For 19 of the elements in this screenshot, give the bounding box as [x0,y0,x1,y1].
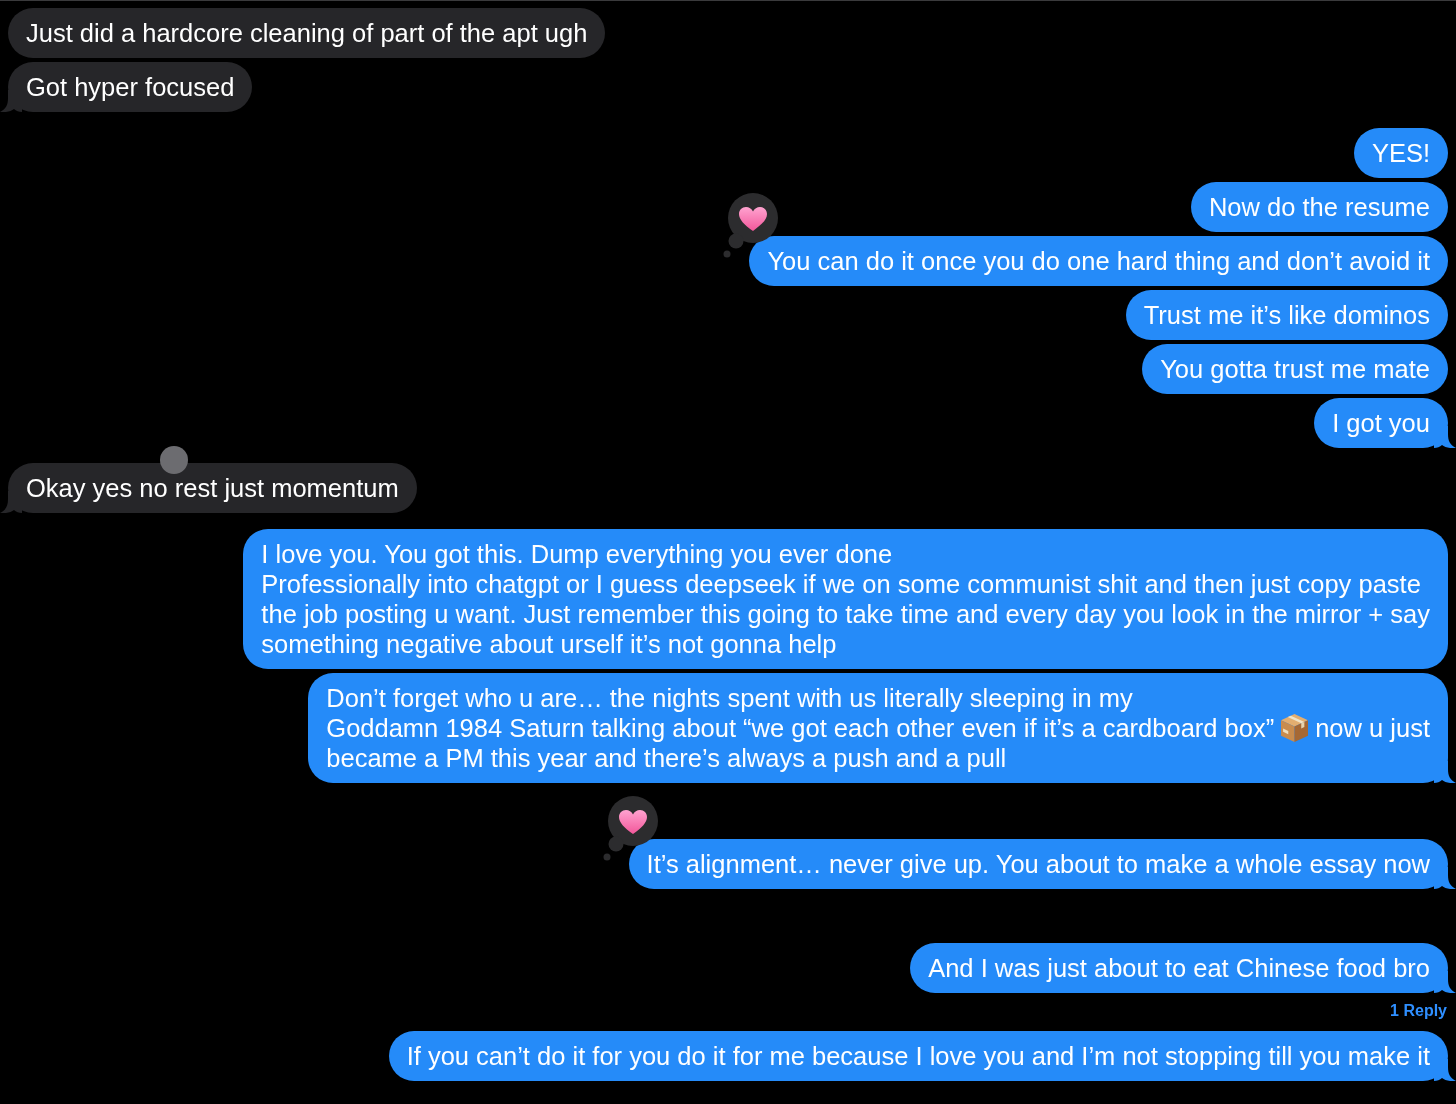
message-bubble: Now do the resume [1190,182,1448,232]
message-bubble: It’s alignment… never give up. You about to make a whole essay now [628,839,1448,889]
message-bubble: YES! [1353,128,1448,178]
message-text: Goddamn 1984 Saturn talking about “we got each other even if it’s a cardboard box” [326,713,1275,743]
message-text: now u just [1315,713,1430,743]
message-bubble: I love you. You got this. Dump everything you ever done Professionally into chatgpt or I guess deepseek if we on some communist shit and then just copy paste the job posting u want. Just remember this going to take time and every day you look in the mirror + say something negative about urself it’s not gonna help [243,529,1448,669]
package-icon [1281,714,1309,742]
message-bubble: Okay yes no rest just momentum [8,463,417,513]
message-bubble: I got you [1314,398,1448,448]
message-bubble: Just did a hardcore cleaning of part of the apt ugh [8,8,606,58]
message-bubble: Trust me it’s like dominos [1125,290,1448,340]
message-bubble: You can do it once you do one hard thing and don’t avoid it [749,236,1448,286]
message-text: Don’t forget who u are… the nights spent with us literally sleeping in my [326,683,1133,713]
reply-count-link[interactable]: 1 Reply [1390,1001,1448,1021]
message-bubble: Got hyper focused [8,62,253,112]
message-bubble: If you can’t do it for you do it for me because I love you and I’m not stopping till you make it [388,1031,1448,1081]
message-text: became a PM this year and there’s always a push and a pull [326,743,1007,773]
message-bubble: You gotta trust me mate [1142,344,1448,394]
message-bubble: And I was just about to eat Chinese food bro [910,943,1448,993]
